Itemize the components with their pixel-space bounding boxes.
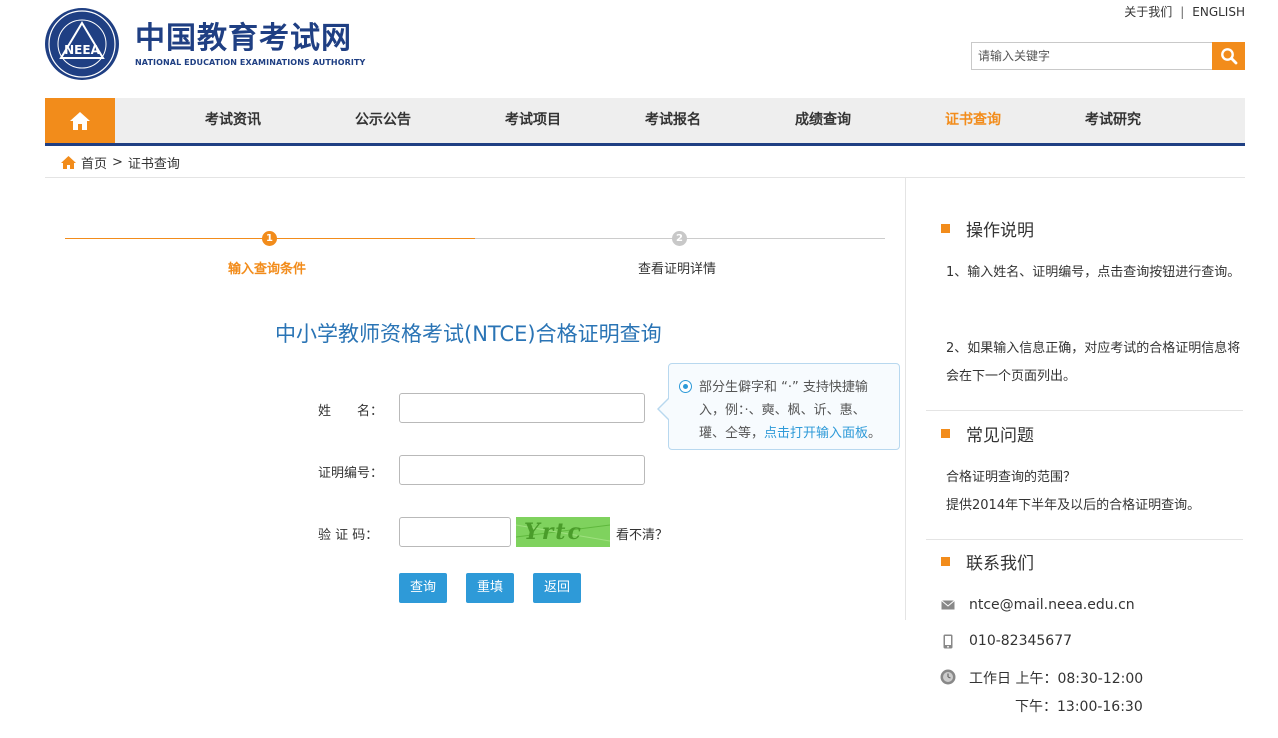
nav-home-button[interactable] xyxy=(45,98,115,143)
name-input[interactable] xyxy=(399,393,645,423)
contact-phone-text: 010-82345677 xyxy=(969,633,1073,649)
breadcrumb: 首页 > 证书查询 xyxy=(60,153,180,172)
ops-section-title: 操作说明 xyxy=(941,216,1034,241)
faq-answer: 提供2014年下半年及以后的合格证明查询。 xyxy=(946,498,1201,513)
nav-item-announcements[interactable]: 公示公告 xyxy=(355,98,411,143)
tooltip-tail: 。 xyxy=(868,426,882,441)
top-link-separator: | xyxy=(1180,5,1185,19)
cert-number-label: 证明编号： xyxy=(318,466,384,481)
contact-section-title: 联系我们 xyxy=(941,549,1034,574)
tooltip-text-line2: 入，例：·、奭、枫、䜣、惠、 xyxy=(699,403,866,418)
captcha-refresh-link[interactable]: 看不清？ xyxy=(616,524,668,543)
logo-badge-text: NEEA xyxy=(64,43,100,57)
phone-icon xyxy=(943,634,953,648)
nav-item-score-query[interactable]: 成绩查询 xyxy=(795,98,851,143)
site-logo[interactable]: NEEA 中国教育考试网 NATIONAL EDUCATION EXAMINAT… xyxy=(45,8,365,80)
nav-item-exam-projects[interactable]: 考试项目 xyxy=(505,98,561,143)
breadcrumb-current: 证书查询 xyxy=(127,157,180,172)
search-icon xyxy=(1220,48,1237,65)
breadcrumb-home[interactable]: 首页 xyxy=(81,153,107,172)
captcha-input[interactable] xyxy=(399,517,511,547)
contact-hours: 工作日 上午：08:30-12:00 下午：13:00-16:30 xyxy=(940,669,1143,717)
nav-item-certificate-query[interactable]: 证书查询 xyxy=(945,98,1001,143)
top-links: 关于我们 | ENGLISH xyxy=(1124,3,1245,20)
nav-item-exam-registration[interactable]: 考试报名 xyxy=(645,98,701,143)
section-marker-icon xyxy=(941,557,950,566)
contact-email: ntce@mail.neea.edu.cn xyxy=(940,597,1135,613)
reset-button[interactable]: 重填 xyxy=(466,573,514,603)
captcha-image-text: Yrtc xyxy=(524,519,583,545)
about-link[interactable]: 关于我们 xyxy=(1124,5,1172,19)
step-1-number: 1 xyxy=(262,231,277,246)
step-1-label: 输入查询条件 xyxy=(228,262,307,277)
home-icon xyxy=(61,156,76,169)
contact-title-text: 联系我们 xyxy=(966,554,1034,574)
tooltip-text-line3: 瓘、仝等， xyxy=(699,426,765,441)
faq-title-text: 常见问题 xyxy=(966,426,1034,446)
ops-title-text: 操作说明 xyxy=(966,221,1034,241)
tooltip-arrow-inner xyxy=(659,399,669,419)
tooltip-radio-icon xyxy=(679,380,692,393)
site-search xyxy=(971,42,1245,70)
back-button[interactable]: 返回 xyxy=(533,573,581,603)
sidebar-divider xyxy=(926,539,1243,540)
section-marker-icon xyxy=(941,429,950,438)
clock-icon xyxy=(940,669,956,685)
search-input[interactable] xyxy=(971,42,1212,70)
cert-number-input[interactable] xyxy=(399,455,645,485)
contact-phone: 010-82345677 xyxy=(940,633,1072,649)
search-button[interactable] xyxy=(1212,42,1245,70)
step-2-label: 查看证明详情 xyxy=(638,262,717,277)
contact-hours-pm: 下午：13:00-16:30 xyxy=(1015,699,1143,715)
home-icon xyxy=(70,111,90,130)
captcha-image[interactable]: Yrtc xyxy=(516,517,610,547)
form-title: 中小学教师资格考试(NTCE)合格证明查询 xyxy=(275,322,662,346)
english-link[interactable]: ENGLISH xyxy=(1192,5,1245,19)
tooltip-text-line1: 部分生僻字和 “·” 支持快捷输 xyxy=(699,380,868,395)
logo-title-cn: 中国教育考试网 xyxy=(135,20,352,56)
sidebar-divider xyxy=(926,410,1243,411)
mail-icon xyxy=(941,600,955,610)
query-button[interactable]: 查询 xyxy=(399,573,447,603)
breadcrumb-divider xyxy=(45,177,1245,178)
rare-char-tooltip: 部分生僻字和 “·” 支持快捷输 入，例：·、奭、枫、䜣、惠、 瓘、仝等，点击打… xyxy=(668,363,900,450)
column-divider xyxy=(905,178,906,620)
faq-question: 合格证明查询的范围？ xyxy=(946,470,1077,485)
captcha-label: 验 证 码： xyxy=(318,528,379,543)
logo-title-en: NATIONAL EDUCATION EXAMINATIONS AUTHORIT… xyxy=(135,57,366,67)
nav-item-exam-research[interactable]: 考试研究 xyxy=(1085,98,1141,143)
contact-hours-am: 工作日 上午：08:30-12:00 xyxy=(969,671,1144,687)
neea-logo-emblem: NEEA xyxy=(45,8,119,80)
faq-section-title: 常见问题 xyxy=(941,421,1034,446)
step-2-number: 2 xyxy=(672,231,687,246)
section-marker-icon xyxy=(941,224,950,233)
ops-step-1: 1、输入姓名、证明编号，点击查询按钮进行查询。 xyxy=(946,265,1241,280)
ops-step-2: 2、如果输入信息正确，对应考试的合格证明信息将会在下一个页面列出。 xyxy=(946,341,1241,384)
nav-item-exam-news[interactable]: 考试资讯 xyxy=(205,98,261,143)
contact-email-text[interactable]: ntce@mail.neea.edu.cn xyxy=(969,597,1135,613)
main-nav: 考试资讯 公示公告 考试项目 考试报名 成绩查询 证书查询 考试研究 xyxy=(45,98,1245,146)
open-input-panel-link[interactable]: 点击打开输入面板 xyxy=(764,426,868,441)
breadcrumb-separator: > xyxy=(112,155,123,170)
name-label: 姓 名： xyxy=(318,404,384,419)
